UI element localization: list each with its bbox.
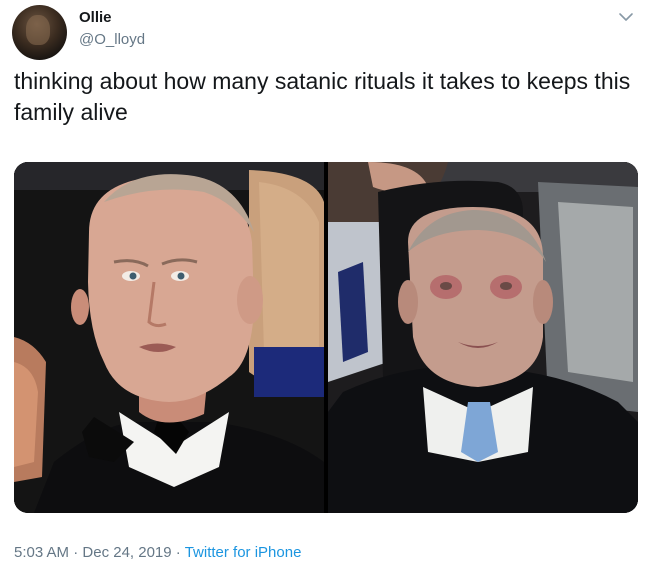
avatar[interactable] (12, 5, 67, 60)
photo-left-image (14, 162, 324, 513)
photo-right-image (328, 162, 638, 513)
chevron-down-icon[interactable] (617, 8, 635, 26)
meta-separator: · (73, 544, 79, 561)
photo-left[interactable] (14, 162, 324, 513)
tweet-source-link[interactable]: Twitter for iPhone (185, 544, 302, 561)
tweet-meta: 5:03 AM · Dec 24, 2019 · Twitter for iPh… (14, 544, 301, 561)
tweet-date[interactable]: Dec 24, 2019 (82, 544, 171, 561)
author-name[interactable]: Ollie (79, 9, 112, 26)
author-handle[interactable]: @O_lloyd (79, 31, 145, 48)
meta-separator: · (175, 544, 181, 561)
tweet-text: thinking about how many satanic rituals … (14, 68, 631, 125)
tweet-time[interactable]: 5:03 AM (14, 544, 69, 561)
photo-right[interactable] (328, 162, 638, 513)
tweet-media[interactable] (14, 162, 638, 513)
